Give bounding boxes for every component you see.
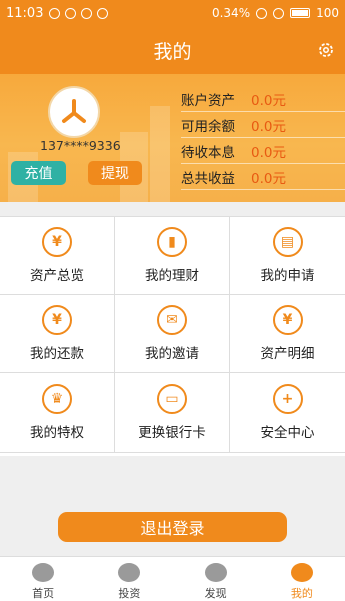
asset-stats: 账户资产 0.0元 可用余额 0.0元 待收本息 0.0元 总共收益 0.0元 [181, 86, 345, 190]
menu-my-invitations[interactable]: ✉ 我的邀请 [115, 295, 230, 373]
menu-label: 资产明细 [260, 346, 315, 362]
tab-home[interactable]: 首页 [0, 557, 86, 601]
chat-icon [65, 7, 77, 19]
shield-icon: + [272, 384, 303, 414]
logout-button[interactable]: 退出登录 [58, 512, 287, 542]
stat-available-balance: 可用余额 0.0元 [181, 112, 345, 138]
stat-total-assets: 账户资产 0.0元 [181, 86, 345, 112]
bottom-tab-bar: 首页 投资 发现 我的 [0, 556, 345, 601]
menu-security-center[interactable]: + 安全中心 [230, 373, 345, 453]
status-bar: 11:03 0.34% 100 [0, 0, 345, 26]
menu-my-investments[interactable]: ▮ 我的理财 [115, 217, 230, 295]
shield-status-icon [97, 7, 109, 19]
menu-asset-details[interactable]: ¥ 资产明细 [230, 295, 345, 373]
tab-label: 投资 [118, 587, 141, 600]
stat-value: 0.0元 [251, 92, 286, 109]
detail-icon: ¥ [272, 305, 303, 335]
stat-value: 0.0元 [251, 118, 286, 135]
gear-icon[interactable] [317, 41, 335, 59]
menu-change-bank-card[interactable]: ▭ 更换银行卡 [115, 373, 230, 453]
menu-label: 安全中心 [260, 425, 315, 441]
menu-label: 更换银行卡 [138, 425, 206, 441]
skyline-decoration [150, 106, 170, 202]
menu-label: 我的还款 [30, 346, 84, 362]
logo-icon [62, 99, 86, 123]
wifi-icon [273, 7, 285, 19]
stat-label: 总共收益 [181, 170, 235, 187]
invite-icon: ✉ [157, 305, 187, 335]
yen-icon: ¥ [42, 227, 72, 257]
tab-label: 我的 [290, 587, 313, 600]
tab-profile[interactable]: 我的 [259, 557, 345, 601]
feature-grid: ¥ 资产总览 ▮ 我的理财 ▤ 我的申请 ¥ 我的还款 ✉ 我的邀请 ¥ 资产明… [0, 216, 345, 456]
stat-label: 账户资产 [181, 92, 235, 109]
avatar[interactable] [48, 86, 100, 138]
infinity-icon [49, 7, 61, 19]
account-summary: 137****9336 充值 提现 账户资产 0.0元 可用余额 0.0元 待收… [0, 74, 345, 202]
stat-value: 0.0元 [251, 170, 286, 187]
stat-label: 可用余额 [181, 118, 235, 135]
crown-icon: ♛ [42, 384, 72, 414]
stat-pending-principal: 待收本息 0.0元 [181, 138, 345, 164]
stat-value: 0.0元 [251, 144, 286, 161]
tab-label: 发现 [204, 587, 227, 600]
profile-icon [290, 563, 313, 582]
menu-my-privileges[interactable]: ♛ 我的特权 [0, 373, 115, 453]
menu-label: 我的理财 [145, 268, 199, 284]
card-icon: ▭ [157, 384, 187, 414]
recharge-button[interactable]: 充值 [11, 161, 66, 185]
home-icon [32, 563, 55, 582]
battery-level: 100 [316, 6, 339, 20]
alarm-icon [256, 7, 268, 19]
status-time: 11:03 [6, 5, 44, 21]
withdraw-button[interactable]: 提现 [88, 161, 142, 185]
tab-invest[interactable]: 投资 [86, 557, 172, 601]
tab-discover[interactable]: 发现 [173, 557, 259, 601]
tab-label: 首页 [32, 587, 55, 600]
discover-icon [204, 563, 227, 582]
menu-my-applications[interactable]: ▤ 我的申请 [230, 217, 345, 295]
speed-indicator: 0.34% [211, 6, 251, 20]
battery-icon [290, 8, 311, 18]
clipboard-icon: ▤ [272, 227, 303, 257]
menu-label: 我的特权 [30, 425, 84, 441]
page-title: 我的 [153, 40, 192, 63]
repay-icon: ¥ [42, 305, 72, 335]
notification-icons [49, 7, 109, 19]
title-bar: 我的 [0, 26, 345, 74]
menu-my-repayments[interactable]: ¥ 我的还款 [0, 295, 115, 373]
invest-icon [118, 563, 141, 582]
chart-icon: ▮ [157, 227, 187, 257]
phone-number: 137****9336 [40, 138, 121, 153]
menu-label: 我的申请 [260, 268, 315, 284]
stat-label: 待收本息 [181, 144, 235, 161]
menu-label: 我的邀请 [145, 346, 199, 362]
sync-icon [81, 7, 93, 19]
menu-asset-overview[interactable]: ¥ 资产总览 [0, 217, 115, 295]
menu-label: 资产总览 [30, 268, 84, 284]
stat-total-earnings: 总共收益 0.0元 [181, 164, 345, 190]
